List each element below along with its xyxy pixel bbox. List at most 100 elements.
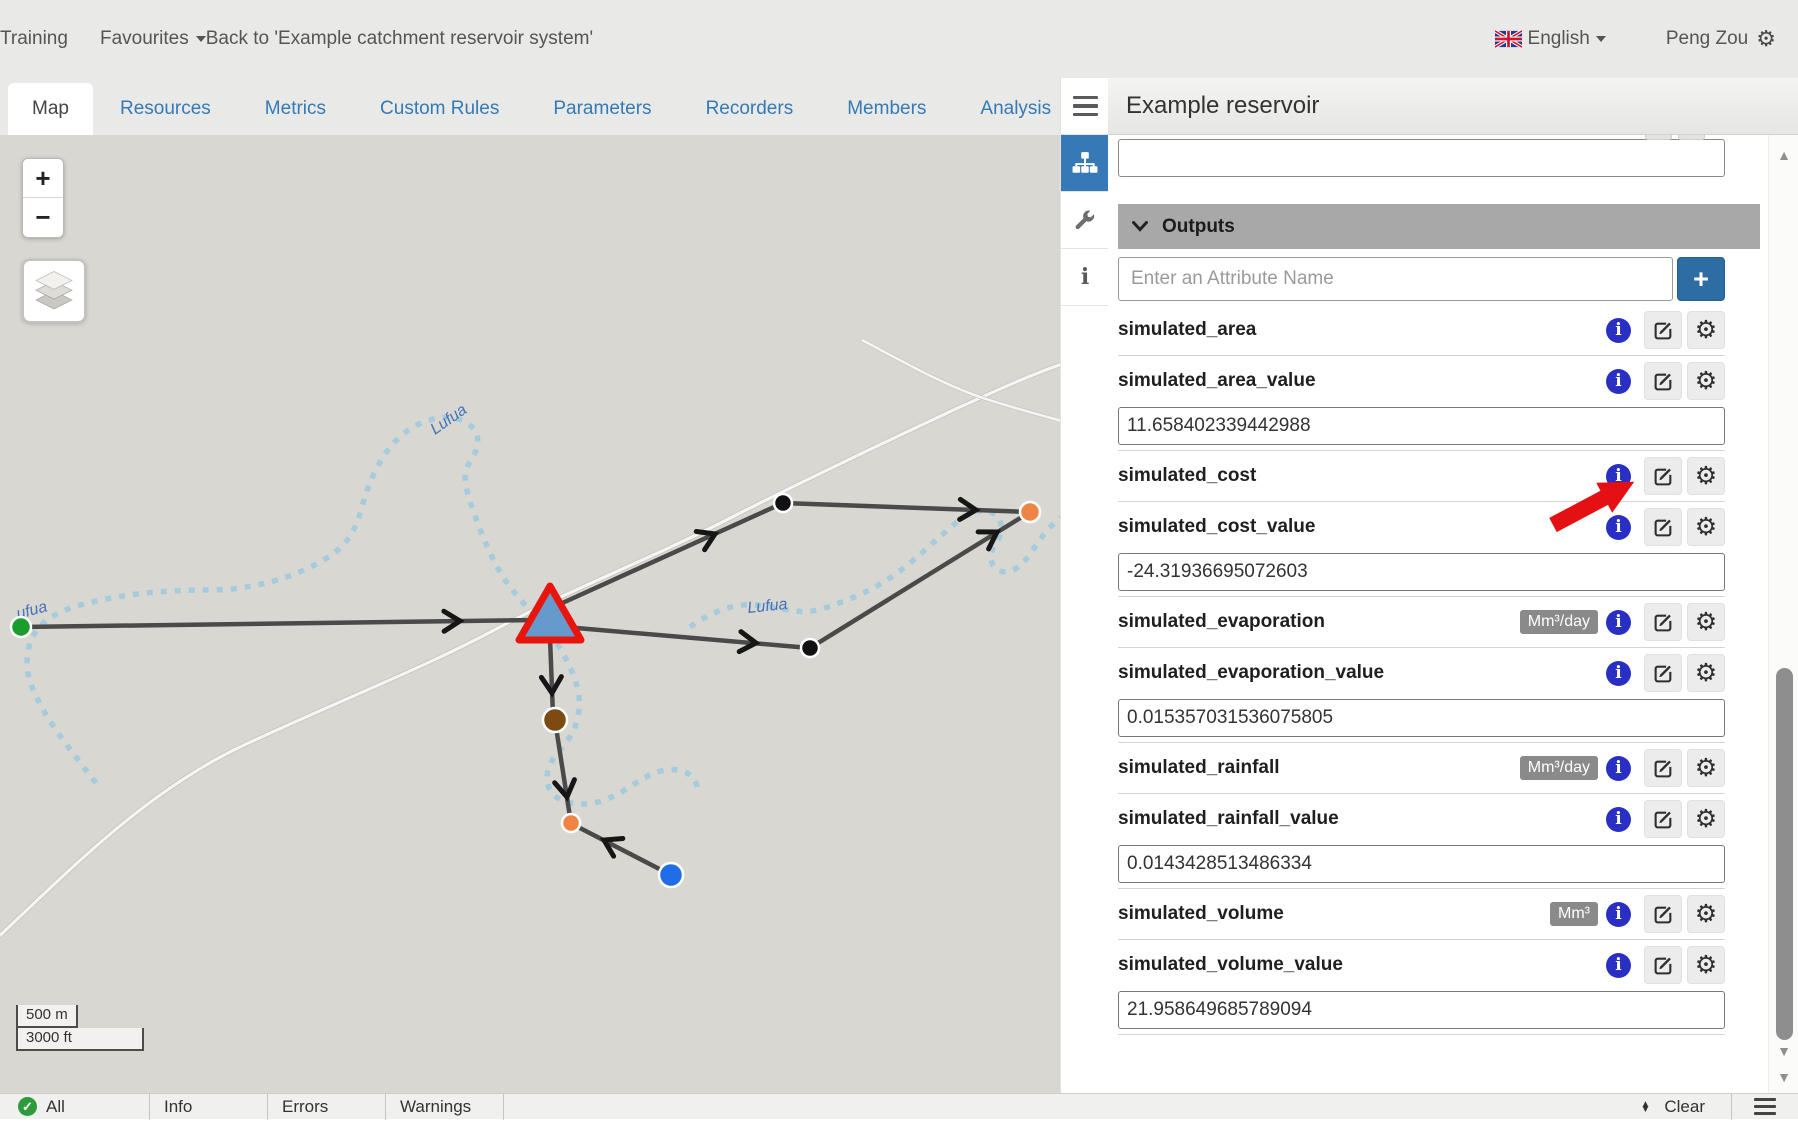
tab-members[interactable]: Members	[820, 83, 953, 135]
edit-attribute-button[interactable]	[1644, 362, 1682, 400]
edit-attribute-button[interactable]	[1644, 749, 1682, 787]
tab-resources[interactable]: Resources	[93, 83, 238, 135]
attribute-name: simulated_cost	[1118, 465, 1256, 487]
catchment-node[interactable]	[11, 617, 31, 637]
info-icon[interactable]: i	[1606, 610, 1631, 635]
info-tab-button[interactable]: i	[1061, 249, 1109, 306]
junction-node[interactable]	[801, 639, 819, 657]
info-icon[interactable]: i	[1606, 902, 1631, 927]
tab-custom-rules[interactable]: Custom Rules	[353, 83, 526, 135]
attribute-value-input[interactable]	[1118, 699, 1725, 737]
attribute-list: simulated_areai⚙simulated_area_valuei⚙si…	[1118, 305, 1725, 1035]
clipped-button[interactable]	[1678, 135, 1705, 140]
edit-attribute-button[interactable]	[1644, 508, 1682, 546]
network-nodes[interactable]	[11, 494, 1040, 887]
map-layers-button[interactable]	[22, 259, 86, 323]
zoom-in-button[interactable]: +	[23, 159, 63, 198]
edit-icon	[1653, 758, 1674, 779]
attribute-settings-button[interactable]: ⚙	[1687, 654, 1725, 692]
app-brand[interactable]: Training	[0, 28, 100, 50]
info-icon[interactable]: i	[1606, 515, 1631, 540]
info-icon[interactable]: i	[1606, 661, 1631, 686]
panel-menu-button[interactable]	[1061, 78, 1109, 135]
outputs-section-header[interactable]: Outputs	[1118, 204, 1760, 249]
check-icon: ✓	[18, 1097, 37, 1116]
wrench-icon	[1073, 208, 1097, 232]
info-icon[interactable]: i	[1606, 807, 1631, 832]
attribute-value-input[interactable]	[1118, 845, 1725, 883]
unit-badge: Mm³/day	[1520, 610, 1598, 634]
output-node[interactable]	[1020, 502, 1040, 522]
tab-metrics[interactable]: Metrics	[238, 83, 353, 135]
tab-recorders[interactable]: Recorders	[679, 83, 821, 135]
tab-map[interactable]: Map	[8, 83, 93, 135]
tools-button[interactable]	[1061, 192, 1109, 249]
tab-analysis[interactable]: Analysis	[953, 83, 1060, 135]
zoom-out-button[interactable]: −	[23, 198, 63, 237]
clear-log-button[interactable]: Clear	[1664, 1097, 1705, 1117]
info-icon[interactable]: i	[1606, 756, 1631, 781]
node-name-input[interactable]	[1118, 139, 1725, 177]
attribute-settings-button[interactable]: ⚙	[1687, 749, 1725, 787]
tab-parameters[interactable]: Parameters	[526, 83, 678, 135]
edit-attribute-button[interactable]	[1644, 457, 1682, 495]
info-icon[interactable]: i	[1606, 369, 1631, 394]
log-filter-warnings[interactable]: Warnings	[386, 1094, 504, 1120]
edit-attribute-button[interactable]	[1644, 800, 1682, 838]
map-canvas[interactable]: Lufua Lufua ufua	[0, 135, 1060, 1093]
favourites-menu[interactable]: Favourites	[100, 28, 206, 50]
log-filter-all[interactable]: ✓ All	[0, 1094, 150, 1120]
divider	[1731, 1094, 1732, 1120]
log-menu-button[interactable]	[1754, 1094, 1776, 1119]
edit-attribute-button[interactable]	[1644, 654, 1682, 692]
gear-icon: ⚙	[1695, 899, 1717, 929]
attribute-name-input[interactable]	[1118, 257, 1673, 301]
gear-icon: ⚙	[1695, 512, 1717, 542]
sort-toggle-icon[interactable]: ▲▼	[1640, 1102, 1650, 1112]
output-node[interactable]	[562, 814, 580, 832]
info-icon[interactable]: i	[1606, 318, 1631, 343]
network-tree-button[interactable]	[1061, 135, 1109, 192]
back-link[interactable]: Back to 'Example catchment reservoir sys…	[206, 28, 593, 50]
info-icon: i	[1081, 264, 1089, 290]
scroll-up-arrow[interactable]: ▲	[1769, 147, 1798, 163]
demand-node[interactable]	[659, 863, 683, 887]
gear-icon: ⚙	[1695, 658, 1717, 688]
attribute-name: simulated_rainfall_value	[1118, 808, 1339, 830]
scroll-down-arrow[interactable]: ▼	[1769, 1069, 1798, 1085]
gear-icon: ⚙	[1695, 753, 1717, 783]
junction-node[interactable]	[774, 494, 792, 512]
add-attribute-button[interactable]: +	[1677, 257, 1725, 301]
user-menu[interactable]: Peng Zou ⚙	[1666, 26, 1776, 52]
attribute-settings-button[interactable]: ⚙	[1687, 603, 1725, 641]
edit-icon	[1653, 517, 1674, 538]
attribute-settings-button[interactable]: ⚙	[1687, 311, 1725, 349]
log-filter-errors[interactable]: Errors	[268, 1094, 386, 1120]
attribute-settings-button[interactable]: ⚙	[1687, 946, 1725, 984]
panel-vertical-scrollbar[interactable]: ▲ ▼ ▼	[1768, 135, 1798, 1093]
edit-attribute-button[interactable]	[1644, 895, 1682, 933]
info-icon[interactable]: i	[1606, 464, 1631, 489]
edit-icon	[1653, 904, 1674, 925]
edit-attribute-button[interactable]	[1644, 603, 1682, 641]
attribute-settings-button[interactable]: ⚙	[1687, 895, 1725, 933]
attribute-settings-button[interactable]: ⚙	[1687, 800, 1725, 838]
log-filter-info[interactable]: Info	[150, 1094, 268, 1120]
attribute-settings-button[interactable]: ⚙	[1687, 457, 1725, 495]
main-tabbar: MapResourcesMetricsCustom RulesParameter…	[0, 78, 1060, 135]
info-icon[interactable]: i	[1606, 953, 1631, 978]
attribute-settings-button[interactable]: ⚙	[1687, 508, 1725, 546]
attribute-row: simulated_evaporation_valuei⚙	[1118, 648, 1725, 743]
attribute-value-input[interactable]	[1118, 553, 1725, 591]
attribute-value-input[interactable]	[1118, 991, 1725, 1029]
clipped-button[interactable]	[1645, 135, 1672, 140]
attribute-row: simulated_cost_valuei⚙	[1118, 502, 1725, 597]
language-selector[interactable]: English	[1495, 28, 1606, 50]
edit-attribute-button[interactable]	[1644, 946, 1682, 984]
scrollbar-thumb[interactable]	[1776, 668, 1793, 1040]
attribute-settings-button[interactable]: ⚙	[1687, 362, 1725, 400]
attribute-value-input[interactable]	[1118, 407, 1725, 445]
turbine-node[interactable]	[543, 708, 567, 732]
scroll-down-arrow[interactable]: ▼	[1769, 1043, 1798, 1059]
edit-attribute-button[interactable]	[1644, 311, 1682, 349]
